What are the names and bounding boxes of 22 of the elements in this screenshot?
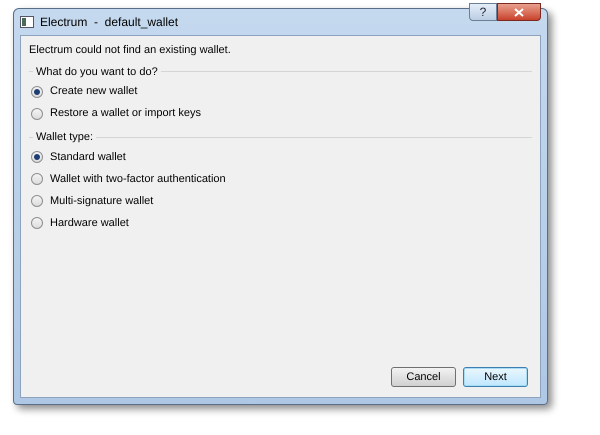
group-title: What do you want to do? <box>36 64 158 80</box>
message-text: Electrum could not find an existing wallet. <box>29 43 232 58</box>
radio-button[interactable] <box>31 195 43 207</box>
radio-button[interactable] <box>31 108 43 120</box>
radio-option[interactable]: Standard wallet <box>31 146 126 168</box>
app-icon <box>20 16 34 28</box>
window-title: Electrum - default_wallet <box>40 14 178 31</box>
close-button[interactable] <box>497 3 541 21</box>
help-button[interactable]: ? <box>469 3 497 21</box>
radio-option[interactable]: Multi-signature wallet <box>31 190 154 212</box>
radio-option[interactable]: Restore a wallet or import keys <box>31 103 201 124</box>
dialog-button[interactable]: Next <box>463 367 528 387</box>
radio-button[interactable] <box>31 151 43 163</box>
radio-option[interactable]: Create new wallet <box>31 81 138 102</box>
radio-button[interactable] <box>31 86 43 98</box>
close-icon <box>514 8 524 16</box>
radio-option[interactable]: Hardware wallet <box>31 212 129 234</box>
radio-option[interactable]: Wallet with two-factor authentication <box>31 168 226 190</box>
group-title: Wallet type: <box>36 130 94 145</box>
radio-button[interactable] <box>31 173 43 185</box>
dialog-button[interactable]: Cancel <box>391 367 456 387</box>
radio-button[interactable] <box>31 217 43 229</box>
